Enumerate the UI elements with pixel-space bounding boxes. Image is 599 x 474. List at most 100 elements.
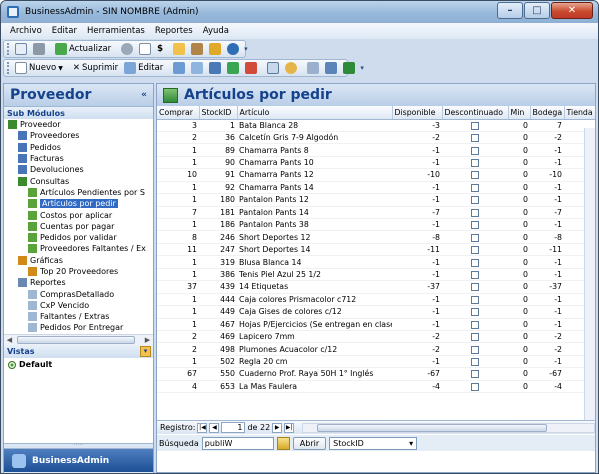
discontinued-checkbox[interactable] bbox=[471, 221, 479, 230]
table-row[interactable]: 3 1 Bata Blanca 28 -3 0 7 bbox=[157, 119, 595, 132]
discontinued-checkbox[interactable] bbox=[471, 370, 479, 379]
table-row[interactable]: 2 469 Lapicero 7mm -2 0 -2 bbox=[157, 330, 595, 344]
discontinued-checkbox[interactable] bbox=[471, 258, 479, 267]
delete-button[interactable]: ✕ Suprimir bbox=[70, 60, 121, 76]
find-button[interactable] bbox=[304, 60, 322, 76]
excel-button[interactable] bbox=[340, 60, 358, 76]
discontinued-checkbox[interactable] bbox=[471, 382, 479, 391]
table-row[interactable]: 67 550 Cuaderno Prof. Raya 50H 1° Inglés -6… bbox=[157, 367, 595, 381]
column-header[interactable]: Tienda bbox=[564, 106, 595, 120]
column-header[interactable]: Descontinuado bbox=[442, 106, 509, 120]
cell-descontinuado[interactable] bbox=[442, 143, 508, 157]
discontinued-checkbox[interactable] bbox=[471, 333, 479, 342]
hierarchy-button[interactable] bbox=[170, 60, 188, 76]
edit-button[interactable]: Editar bbox=[121, 60, 166, 76]
title-bar[interactable]: BusinessAdmin - SIN NOMBRE (Admin) – □ ✕ bbox=[1, 1, 598, 23]
tree-item[interactable]: Faltantes / Extras bbox=[4, 311, 153, 322]
table-row[interactable]: 8 246 Short Deportes 12 -8 0 -8 bbox=[157, 230, 595, 244]
cell-descontinuado[interactable] bbox=[442, 355, 508, 369]
cell-descontinuado[interactable] bbox=[442, 131, 508, 145]
maximize-button[interactable]: □ bbox=[524, 2, 550, 19]
column-header[interactable]: StockID bbox=[199, 106, 238, 120]
menu-item-herramientas[interactable]: Herramientas bbox=[82, 26, 150, 36]
tree-item[interactable]: Artículos Pendientes por S bbox=[4, 187, 153, 198]
menu-item-editar[interactable]: Editar bbox=[47, 26, 82, 36]
lock-button[interactable] bbox=[206, 41, 224, 57]
table-row[interactable]: 1 186 Pantalon Pants 38 -1 0 -1 bbox=[157, 218, 595, 232]
cell-descontinuado[interactable] bbox=[442, 218, 508, 232]
print-button[interactable] bbox=[30, 41, 48, 57]
table-row[interactable]: 1 467 Hojas P/Ejercicios (Se entregan en c… bbox=[157, 318, 595, 331]
vista-default[interactable]: Default bbox=[4, 358, 153, 371]
discontinued-checkbox[interactable] bbox=[471, 308, 479, 317]
table-row[interactable]: 2 36 Calcetín Gris 7-9 Algodón -2 0 -2 bbox=[157, 131, 595, 145]
discontinued-checkbox[interactable] bbox=[471, 283, 479, 292]
tree-item[interactable]: Top 20 Proveedores bbox=[4, 266, 153, 277]
discontinued-checkbox[interactable] bbox=[471, 183, 479, 192]
discontinued-checkbox[interactable] bbox=[471, 146, 479, 155]
tree-item[interactable]: Pedidos por validar bbox=[4, 232, 153, 243]
table-row[interactable]: 1 89 Chamarra Pants 8 -1 0 -1 bbox=[157, 143, 595, 157]
discontinued-checkbox[interactable] bbox=[471, 171, 479, 180]
settings-button[interactable] bbox=[118, 41, 136, 57]
vistas-toggle-icon[interactable]: ▾ bbox=[140, 346, 151, 357]
tree-item[interactable]: ComprasDetallado bbox=[4, 288, 153, 299]
tree-horizontal-scrollbar[interactable]: ◀ ▶ bbox=[4, 334, 153, 345]
table-row[interactable]: 2 498 Plumones Acuacolor c/12 -2 0 -2 bbox=[157, 342, 595, 356]
next-record-button[interactable]: ▶ bbox=[272, 422, 283, 433]
column-header[interactable]: Artículo bbox=[237, 106, 393, 120]
table-row[interactable]: 1 502 Regla 20 cm -1 0 -1 bbox=[157, 355, 595, 369]
sort-button[interactable] bbox=[206, 60, 224, 76]
new-button[interactable]: Nuevo ▼ bbox=[12, 60, 66, 76]
prev-record-button[interactable]: ◀ bbox=[209, 422, 220, 433]
table-row[interactable]: 11 247 Short Deportes 14 -11 0 -11 bbox=[157, 243, 595, 257]
toolbar-grip[interactable] bbox=[7, 43, 9, 55]
cell-descontinuado[interactable] bbox=[442, 342, 508, 356]
toolbar-grip[interactable] bbox=[7, 62, 9, 74]
tree-item[interactable]: CxP Vencido bbox=[4, 300, 153, 311]
cell-descontinuado[interactable] bbox=[442, 280, 508, 294]
cell-descontinuado[interactable] bbox=[442, 243, 508, 257]
tree-item[interactable]: Pedidos Por Entregar bbox=[4, 322, 153, 333]
cell-descontinuado[interactable] bbox=[442, 255, 508, 269]
menu-item-ayuda[interactable]: Ayuda bbox=[198, 26, 234, 36]
search-icon[interactable] bbox=[276, 436, 290, 450]
column-header[interactable]: Comprar bbox=[157, 106, 200, 120]
menu-item-archivo[interactable]: Archivo bbox=[5, 26, 47, 36]
menu-item-reportes[interactable]: Reportes bbox=[150, 26, 198, 36]
column-header[interactable]: Bodega bbox=[530, 106, 565, 120]
table-row[interactable]: 1 90 Chamarra Pants 10 -1 0 -1 bbox=[157, 156, 595, 170]
close-button[interactable]: ✕ bbox=[551, 2, 593, 19]
outline-button[interactable] bbox=[188, 60, 206, 76]
search-input[interactable]: publiW bbox=[201, 436, 274, 450]
grid-horizontal-scrollbar[interactable] bbox=[302, 422, 595, 433]
info-button[interactable] bbox=[224, 41, 242, 57]
tree-item[interactable]: Proveedores bbox=[4, 130, 153, 141]
table-row[interactable]: 1 92 Chamarra Pants 14 -1 0 -1 bbox=[157, 181, 595, 195]
cell-descontinuado[interactable] bbox=[442, 330, 508, 344]
filter-add-button[interactable] bbox=[224, 60, 242, 76]
print-preview-button[interactable] bbox=[12, 41, 30, 57]
tree-item[interactable]: Pedidos bbox=[4, 142, 153, 153]
tree-item[interactable]: Devoluciones bbox=[4, 164, 153, 175]
tree-item[interactable]: Proveedor bbox=[4, 119, 153, 130]
grid-button[interactable] bbox=[264, 60, 282, 76]
tree-item[interactable]: Facturas bbox=[4, 153, 153, 164]
collapse-panel-icon[interactable]: « bbox=[141, 90, 147, 100]
table-row[interactable]: 10 91 Chamarra Pants 12 -10 0 -10 bbox=[157, 168, 595, 182]
discontinued-checkbox[interactable] bbox=[471, 233, 479, 242]
table-row[interactable]: 1 449 Caja Gises de colores c/12 -1 0 -1 bbox=[157, 305, 595, 319]
discontinued-checkbox[interactable] bbox=[471, 320, 479, 329]
discontinued-checkbox[interactable] bbox=[471, 345, 479, 354]
discontinued-checkbox[interactable] bbox=[471, 358, 479, 367]
tree-item[interactable]: Cuentas por pagar bbox=[4, 221, 153, 232]
discontinued-checkbox[interactable] bbox=[471, 159, 479, 168]
column-header[interactable]: Min bbox=[508, 106, 531, 120]
cell-descontinuado[interactable] bbox=[442, 318, 508, 331]
cell-descontinuado[interactable] bbox=[442, 380, 508, 394]
record-number-input[interactable]: 1 bbox=[221, 422, 246, 433]
tree-item[interactable]: Proveedores Faltantes / Ex bbox=[4, 243, 153, 254]
table-row[interactable]: 1 386 Tenis Piel Azul 25 1/2 -1 0 -1 bbox=[157, 268, 595, 282]
tree-item[interactable]: Costos por aplicar bbox=[4, 209, 153, 220]
last-record-button[interactable]: ▶| bbox=[284, 422, 295, 433]
